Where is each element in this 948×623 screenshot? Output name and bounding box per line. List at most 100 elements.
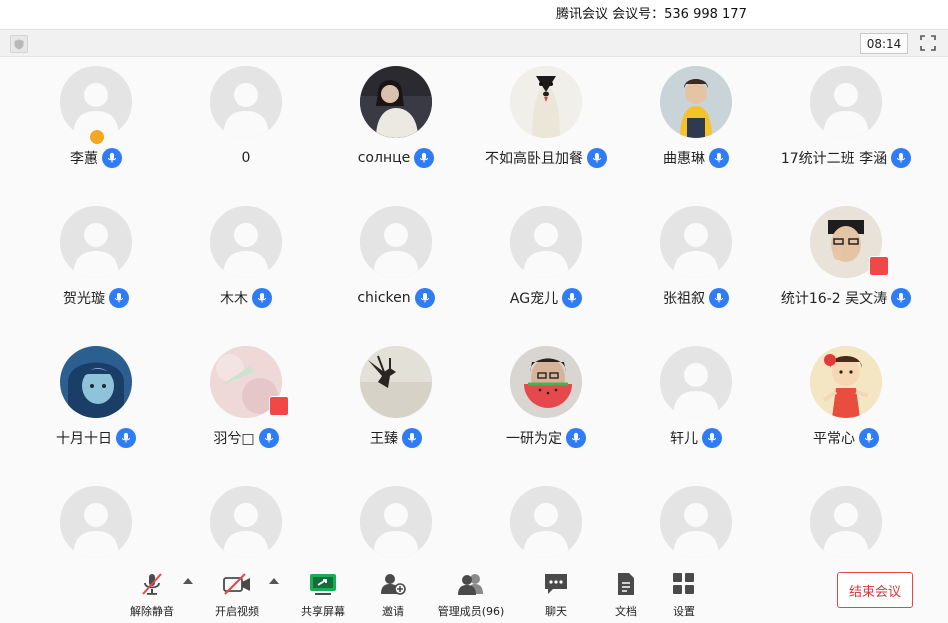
fullscreen-icon[interactable] xyxy=(920,35,936,51)
members-icon xyxy=(456,570,486,598)
docs-button[interactable]: 文档 xyxy=(597,568,655,620)
audio-options-caret-icon[interactable] xyxy=(183,578,193,584)
participant-tile[interactable]: 轩儿 xyxy=(621,336,771,476)
default-avatar-icon xyxy=(810,66,882,138)
participant-tile[interactable]: 李蕙 xyxy=(21,56,171,196)
share-screen-label: 共享屏幕 xyxy=(301,605,345,618)
participant-tile[interactable]: chicken xyxy=(321,196,471,336)
mic-icon xyxy=(891,288,912,308)
photo-avatar xyxy=(660,66,732,138)
cartoon-avatar xyxy=(810,346,882,418)
security-shield-icon[interactable] xyxy=(10,35,28,53)
participant-tile[interactable]: 不如高卧且加餐 xyxy=(471,56,621,196)
invite-label: 邀请 xyxy=(382,605,404,618)
meeting-timer: 08:14 xyxy=(860,33,908,54)
default-avatar-icon xyxy=(360,206,432,278)
participant-tile[interactable]: 木木 xyxy=(171,196,321,336)
mic-icon xyxy=(414,148,435,168)
mic-icon xyxy=(258,428,279,448)
unmute-button[interactable]: 解除静音 xyxy=(123,568,181,620)
invite-button[interactable]: 邀请 xyxy=(364,568,422,620)
end-meeting-button[interactable]: 结束会议 xyxy=(837,572,913,608)
mic-icon xyxy=(102,148,122,168)
participant-tile[interactable]: AG宠儿 xyxy=(471,196,621,336)
participant-tile[interactable]: 张祖叙 xyxy=(621,196,771,336)
mic-icon xyxy=(702,428,722,448)
chat-label: 聊天 xyxy=(545,605,567,618)
participant-name: 十月十日 xyxy=(56,431,112,447)
settings-label: 设置 xyxy=(673,605,695,618)
default-avatar-icon xyxy=(60,486,132,558)
participant-name: 李蕙 xyxy=(70,151,98,167)
participant-name: 轩儿 xyxy=(670,431,698,447)
participant-name: AG宠儿 xyxy=(509,291,559,307)
manage-members-button[interactable]: 管理成员(96) xyxy=(431,568,511,620)
default-avatar-icon xyxy=(660,486,732,558)
default-avatar-icon xyxy=(60,206,132,278)
mic-icon xyxy=(709,148,729,168)
participant-name: 不如高卧且加餐 xyxy=(485,151,583,167)
photo-avatar xyxy=(510,346,582,418)
mic-icon xyxy=(116,428,136,448)
participant-tile[interactable]: 统计16-2 吴文涛 xyxy=(771,196,921,336)
participant-name: 羽兮□ xyxy=(213,431,255,447)
chat-bubble-icon xyxy=(541,570,571,598)
video-options-caret-icon[interactable] xyxy=(269,578,279,584)
participant-tile[interactable]: 平常心 xyxy=(771,336,921,476)
participant-tile[interactable]: 王臻 xyxy=(321,336,471,476)
manage-members-label: 管理成员(96) xyxy=(437,605,505,618)
participant-tile[interactable] xyxy=(771,476,921,566)
participant-grid: 李蕙 0 солнце 不如高卧且加餐 曲惠琳 17统计二班 李涵 贺光璇 木木… xyxy=(0,56,948,566)
participant-name: 17统计二班 李涵 xyxy=(780,151,888,167)
video-badge-icon xyxy=(269,396,289,416)
photo-avatar xyxy=(510,66,582,138)
participant-tile[interactable] xyxy=(471,476,621,566)
participant-tile[interactable] xyxy=(621,476,771,566)
settings-button[interactable]: 设置 xyxy=(655,568,713,620)
share-screen-button[interactable]: 共享屏幕 xyxy=(294,568,352,620)
participant-name: 张祖叙 xyxy=(663,291,705,307)
participant-tile[interactable]: 一研为定 xyxy=(471,336,621,476)
add-person-icon xyxy=(378,570,408,598)
start-video-label: 开启视频 xyxy=(215,605,259,618)
mic-icon xyxy=(587,148,607,168)
default-avatar-icon xyxy=(210,486,282,558)
chat-button[interactable]: 聊天 xyxy=(527,568,585,620)
unmute-label: 解除静音 xyxy=(130,605,174,618)
mic-icon xyxy=(709,288,729,308)
participant-tile[interactable]: 羽兮□ xyxy=(171,336,321,476)
start-video-button[interactable]: 开启视频 xyxy=(208,568,266,620)
participant-name: 0 xyxy=(241,150,251,166)
participant-tile[interactable]: 17统计二班 李涵 xyxy=(771,56,921,196)
participant-tile[interactable]: 曲惠琳 xyxy=(621,56,771,196)
participant-tile[interactable]: 十月十日 xyxy=(21,336,171,476)
camera-off-icon xyxy=(222,570,252,598)
participant-name: 统计16-2 吴文涛 xyxy=(780,291,888,307)
mic-icon xyxy=(402,428,422,448)
mic-icon xyxy=(414,288,435,308)
mic-icon xyxy=(566,428,586,448)
photo-avatar xyxy=(360,66,432,138)
participant-tile[interactable]: солнце xyxy=(321,56,471,196)
grid-apps-icon xyxy=(669,570,699,598)
docs-label: 文档 xyxy=(615,605,637,618)
meeting-title: 腾讯会议 会议号：536 998 177 xyxy=(556,7,747,22)
participant-tile[interactable]: 0 xyxy=(171,56,321,196)
participant-name: chicken xyxy=(357,290,411,306)
participant-name: солнце xyxy=(357,150,411,166)
participant-name: 贺光璇 xyxy=(63,291,105,307)
mic-icon xyxy=(891,148,912,168)
participant-tile[interactable]: 贺光璇 xyxy=(21,196,171,336)
participant-tile[interactable] xyxy=(21,476,171,566)
mic-muted-icon xyxy=(137,570,167,598)
default-avatar-icon xyxy=(660,206,732,278)
participant-tile[interactable] xyxy=(321,476,471,566)
share-screen-icon xyxy=(308,570,338,598)
photo-avatar xyxy=(360,346,432,418)
participant-name: 曲惠琳 xyxy=(663,151,705,167)
drawing-avatar xyxy=(60,346,132,418)
participant-tile[interactable] xyxy=(171,476,321,566)
default-avatar-icon xyxy=(360,486,432,558)
top-strip: 08:14 xyxy=(0,29,948,57)
video-badge-icon xyxy=(869,256,889,276)
